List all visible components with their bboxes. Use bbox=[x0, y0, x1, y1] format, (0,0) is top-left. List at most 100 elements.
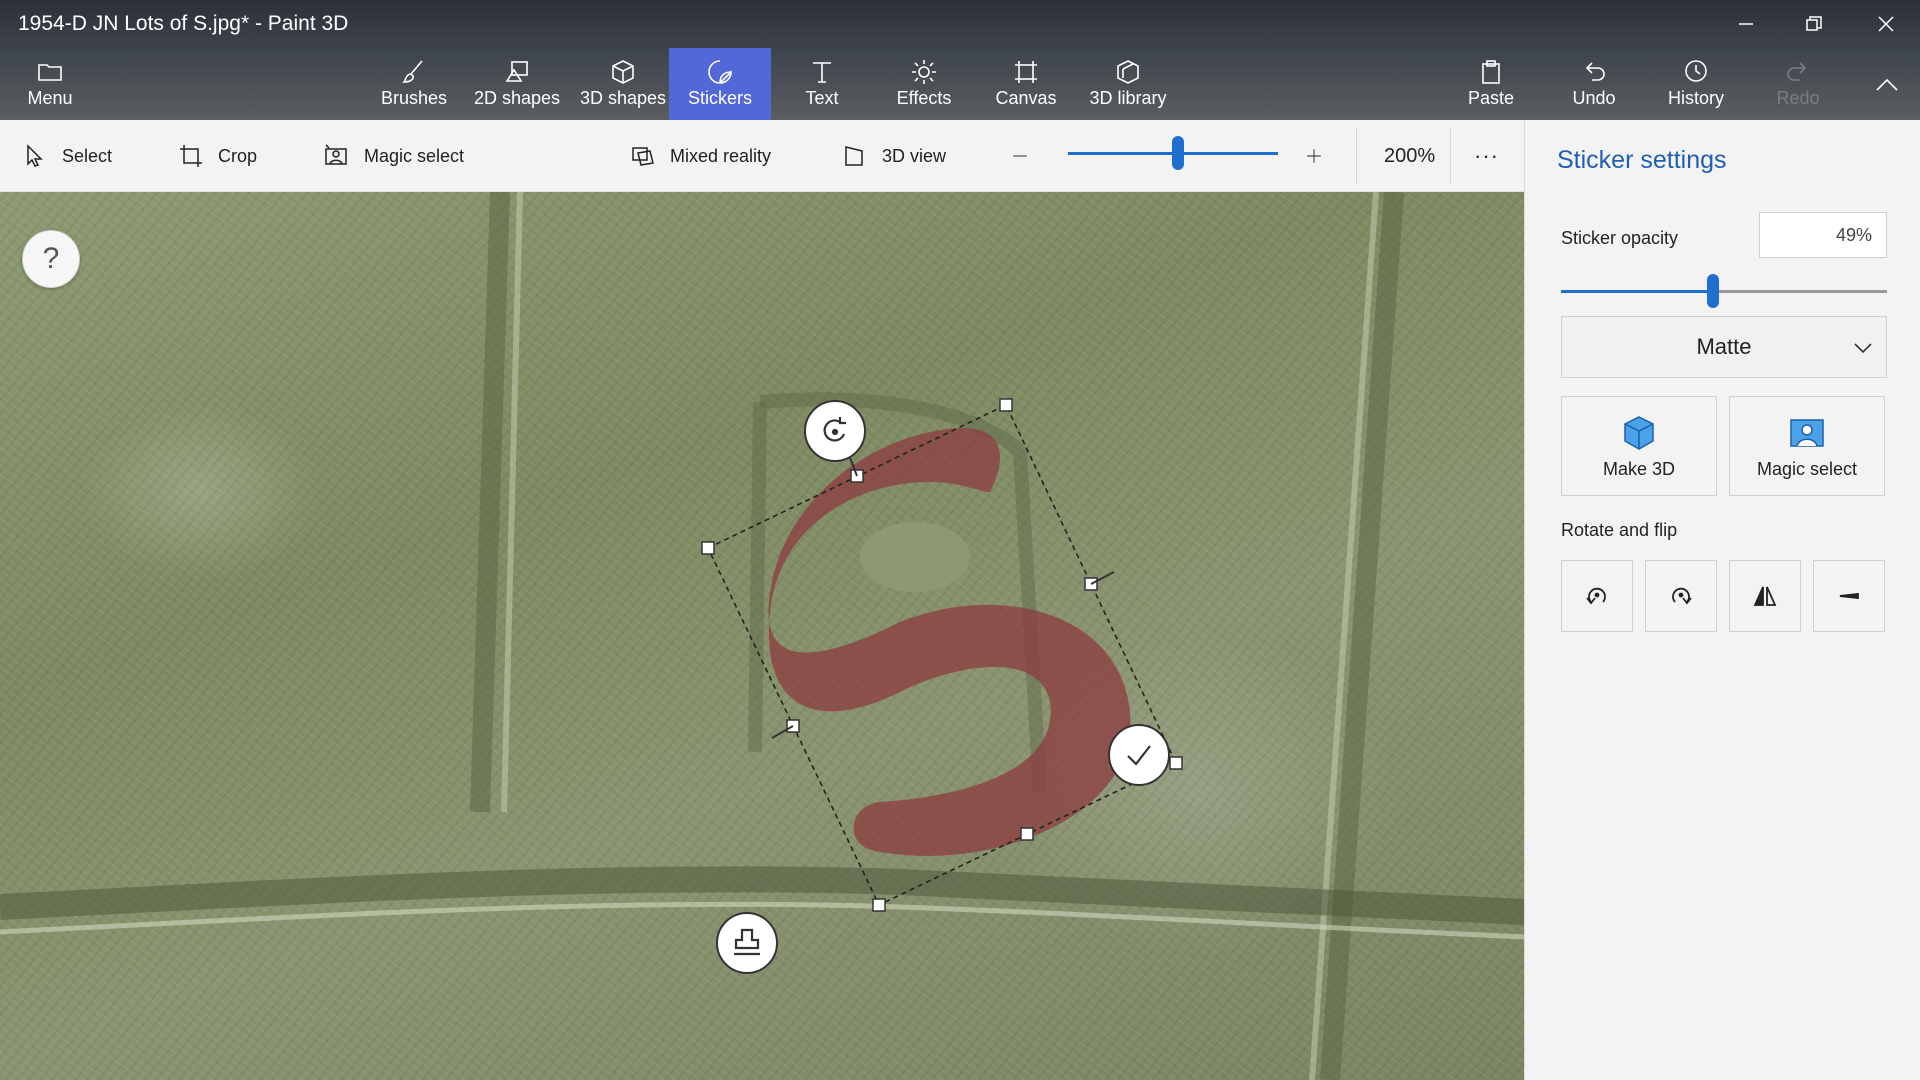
undo-button[interactable]: Undo bbox=[1555, 48, 1633, 120]
toolbar-divider bbox=[1356, 128, 1357, 184]
tab-stickers[interactable]: Stickers bbox=[669, 48, 771, 120]
minimize-icon bbox=[1739, 23, 1753, 25]
stamp-button[interactable] bbox=[716, 912, 778, 974]
flip-horizontal-button[interactable] bbox=[1729, 560, 1801, 632]
redo-button[interactable]: Redo bbox=[1760, 48, 1836, 120]
magic-select-icon bbox=[1790, 418, 1824, 447]
paste-button[interactable]: Paste bbox=[1450, 48, 1532, 120]
rotate-left-button[interactable] bbox=[1561, 560, 1633, 632]
stamp-icon bbox=[734, 928, 760, 956]
tab-effects[interactable]: Effects bbox=[880, 48, 968, 120]
chevron-up-icon bbox=[1876, 78, 1898, 91]
menu-button[interactable]: Menu bbox=[0, 48, 100, 120]
rotate-left-icon bbox=[1586, 587, 1606, 605]
tab-stickers-label: Stickers bbox=[687, 88, 752, 108]
3d-view-label: 3D view bbox=[882, 145, 947, 166]
make-3d-button[interactable]: Make 3D bbox=[1561, 396, 1717, 496]
tab-brushes[interactable]: Brushes bbox=[372, 48, 456, 120]
select-tool[interactable]: Select bbox=[22, 120, 112, 192]
zoom-in-button[interactable] bbox=[1306, 120, 1336, 192]
tab-effects-label: Effects bbox=[896, 88, 952, 108]
tab-3d-library-label: 3D library bbox=[1089, 88, 1167, 108]
mixed-reality-icon bbox=[632, 147, 654, 166]
tab-text[interactable]: Text bbox=[782, 48, 862, 120]
chevron-down-icon bbox=[1854, 343, 1872, 354]
restore-button[interactable] bbox=[1780, 0, 1848, 48]
zoom-slider-thumb[interactable] bbox=[1172, 136, 1184, 170]
window-title: 1954-D JN Lots of S.jpg* - Paint 3D bbox=[18, 12, 349, 35]
title-ribbon-bar: 1954-D JN Lots of S.jpg* - Paint 3D Menu… bbox=[0, 0, 1920, 120]
stickers-icon bbox=[708, 60, 732, 84]
folder-icon bbox=[38, 64, 62, 81]
rotate-right-button[interactable] bbox=[1645, 560, 1717, 632]
tab-3d-shapes[interactable]: 3D shapes bbox=[572, 48, 674, 120]
tab-text-label: Text bbox=[805, 88, 839, 108]
resize-handle[interactable] bbox=[1020, 827, 1034, 841]
canvas-icon bbox=[1015, 61, 1037, 83]
rotate-handle-button[interactable] bbox=[804, 400, 866, 462]
tab-brushes-label: Brushes bbox=[380, 88, 448, 108]
history-button[interactable]: History bbox=[1656, 48, 1736, 120]
magic-select-panel-label: Magic select bbox=[1756, 458, 1858, 479]
3d-view-button[interactable]: 3D view bbox=[842, 120, 946, 192]
resize-handle[interactable] bbox=[1169, 756, 1183, 770]
mixed-reality-label: Mixed reality bbox=[670, 145, 772, 166]
cube-icon bbox=[1624, 415, 1654, 450]
help-button[interactable]: ? bbox=[22, 230, 80, 288]
flip-vertical-button[interactable] bbox=[1813, 560, 1885, 632]
opacity-input[interactable]: 49% bbox=[1759, 212, 1887, 258]
more-options-button[interactable]: ··· bbox=[1474, 120, 1499, 192]
opacity-slider-thumb[interactable] bbox=[1707, 274, 1719, 308]
resize-handle[interactable] bbox=[701, 541, 715, 555]
magic-select-tool[interactable]: Magic select bbox=[324, 120, 464, 192]
panel-title: Sticker settings bbox=[1557, 146, 1727, 174]
checkmark-icon bbox=[1127, 745, 1151, 766]
collapse-ribbon-button[interactable] bbox=[1862, 48, 1912, 120]
flip-horizontal-icon bbox=[1753, 586, 1777, 606]
rotate-right-icon bbox=[1672, 587, 1692, 605]
sticker-settings-panel: Sticker settings Sticker opacity 49% Mat… bbox=[1524, 120, 1920, 1080]
zoom-level[interactable]: 200% bbox=[1384, 120, 1435, 192]
2d-shapes-icon bbox=[505, 61, 528, 82]
select-label: Select bbox=[62, 145, 113, 166]
tab-3d-shapes-label: 3D shapes bbox=[579, 88, 667, 108]
redo-label: Redo bbox=[1776, 88, 1820, 108]
plus-icon bbox=[1307, 149, 1321, 163]
close-button[interactable] bbox=[1852, 0, 1920, 48]
opacity-slider-track[interactable] bbox=[1713, 290, 1887, 293]
tab-2d-shapes[interactable]: 2D shapes bbox=[466, 48, 568, 120]
magic-select-icon bbox=[325, 144, 347, 165]
mixed-reality-button[interactable]: Mixed reality bbox=[630, 120, 771, 192]
finish-dropdown[interactable]: Matte bbox=[1561, 316, 1887, 378]
menu-label: Menu bbox=[27, 88, 73, 108]
resize-handle[interactable] bbox=[872, 898, 886, 912]
minus-icon bbox=[1013, 155, 1027, 157]
magic-select-panel-button[interactable]: Magic select bbox=[1729, 396, 1885, 496]
minimize-button[interactable] bbox=[1712, 0, 1780, 48]
cursor-icon bbox=[27, 144, 43, 167]
effects-icon bbox=[912, 60, 936, 84]
crop-icon bbox=[180, 145, 202, 167]
tab-canvas-label: Canvas bbox=[995, 88, 1057, 108]
finish-value: Matte bbox=[1696, 334, 1752, 359]
tab-canvas[interactable]: Canvas bbox=[986, 48, 1066, 120]
redo-icon bbox=[1787, 62, 1807, 81]
history-icon bbox=[1685, 60, 1707, 82]
opacity-label: Sticker opacity bbox=[1561, 228, 1679, 248]
restore-icon bbox=[1806, 16, 1822, 31]
opacity-slider-fill[interactable] bbox=[1561, 290, 1713, 293]
tab-3d-library[interactable]: 3D library bbox=[1082, 48, 1174, 120]
tab-2d-shapes-label: 2D shapes bbox=[473, 88, 561, 108]
close-icon bbox=[1878, 16, 1894, 32]
3d-shapes-icon bbox=[612, 60, 634, 84]
toolbar-divider bbox=[1450, 128, 1451, 184]
zoom-out-button[interactable] bbox=[1012, 120, 1042, 192]
confirm-sticker-button[interactable] bbox=[1108, 724, 1170, 786]
crop-label: Crop bbox=[218, 145, 258, 166]
brush-icon bbox=[402, 60, 423, 83]
crop-tool[interactable]: Crop bbox=[178, 120, 257, 192]
canvas-area[interactable] bbox=[0, 192, 1524, 1080]
undo-label: Undo bbox=[1572, 88, 1616, 108]
resize-handle[interactable] bbox=[999, 398, 1013, 412]
rotate-flip-label: Rotate and flip bbox=[1561, 520, 1678, 540]
